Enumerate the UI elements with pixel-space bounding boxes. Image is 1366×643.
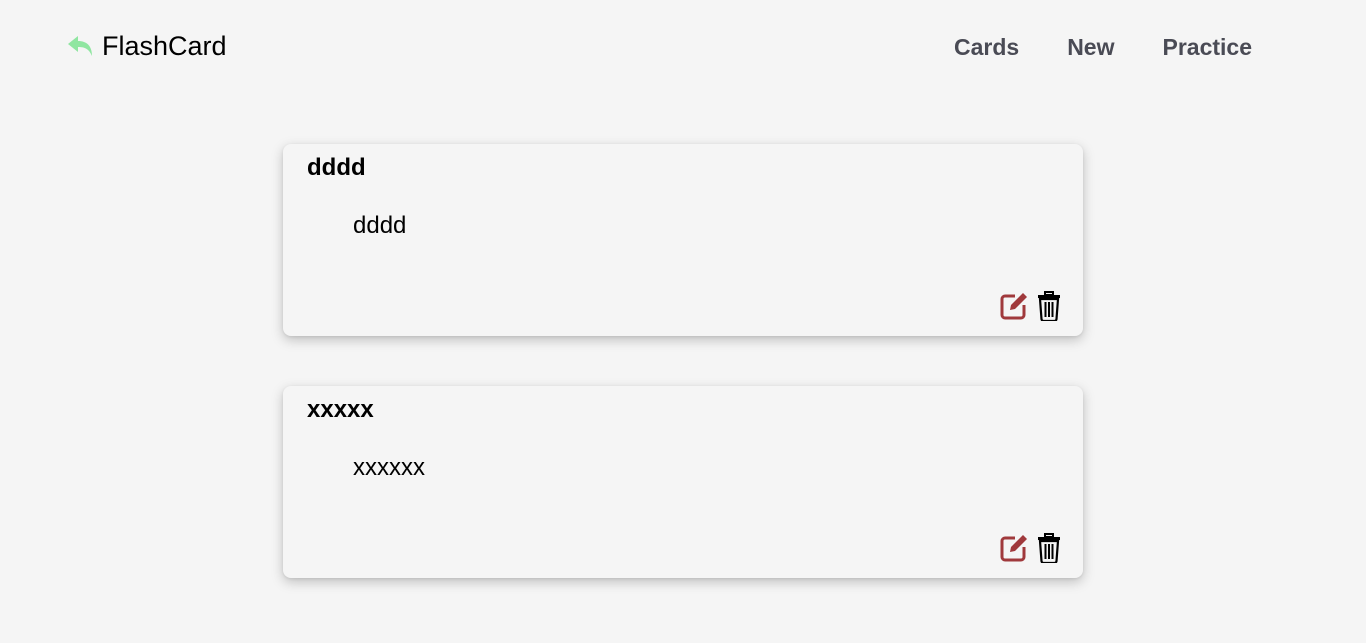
delete-button[interactable] [1037, 291, 1061, 324]
card-actions [999, 291, 1061, 324]
nav-practice[interactable]: Practice [1162, 33, 1252, 61]
nav-cards[interactable]: Cards [954, 33, 1019, 61]
trash-icon [1037, 533, 1061, 566]
flash-card: dddd dddd [283, 144, 1083, 336]
card-title: xxxxx [307, 396, 374, 423]
trash-icon [1037, 291, 1061, 324]
card-list: dddd dddd xxxxx xxxxxx [283, 144, 1083, 628]
card-body: xxxxxx [353, 454, 425, 481]
app-header: FlashCard Cards New Practice [0, 0, 1366, 94]
brand-link[interactable]: FlashCard [66, 30, 227, 62]
card-title: dddd [307, 154, 366, 181]
card-body: dddd [353, 212, 407, 239]
reply-arrow-icon [66, 31, 96, 61]
edit-button[interactable] [999, 291, 1029, 324]
edit-icon [999, 533, 1029, 566]
card-actions [999, 533, 1061, 566]
main-nav: Cards New Practice [954, 33, 1252, 61]
delete-button[interactable] [1037, 533, 1061, 566]
edit-button[interactable] [999, 533, 1029, 566]
brand-title: FlashCard [102, 31, 227, 61]
edit-icon [999, 291, 1029, 324]
flash-card: xxxxx xxxxxx [283, 386, 1083, 578]
nav-new[interactable]: New [1067, 33, 1114, 61]
